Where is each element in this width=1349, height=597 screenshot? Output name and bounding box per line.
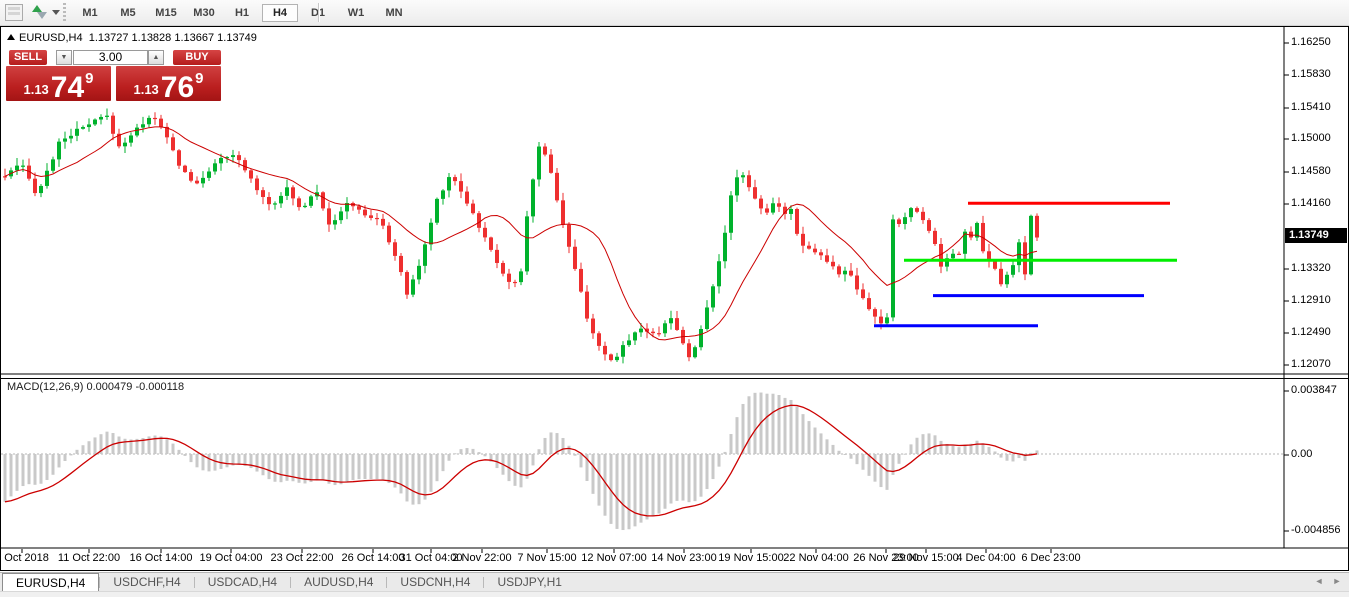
y-axis-label: 1.12910 <box>1291 294 1331 306</box>
sell-price-main: 74 <box>51 74 84 101</box>
chart-ohlc-header: EURUSD,H4 1.13727 1.13828 1.13667 1.1374… <box>7 32 257 44</box>
sell-price-prefix: 1.13 <box>23 82 48 97</box>
timeframe-m15[interactable]: M15 <box>148 4 184 22</box>
chart-symbol-label: EURUSD,H4 <box>19 32 83 44</box>
volume-down-button[interactable]: ▼ <box>56 50 72 65</box>
x-axis-label: 23 Oct 22:00 <box>271 552 334 564</box>
macd-axis-label: 0.00 <box>1291 448 1312 460</box>
x-axis-label: 19 Oct 04:00 <box>200 552 263 564</box>
x-axis-label: 6 Dec 23:00 <box>1021 552 1080 564</box>
timeframe-w1[interactable]: W1 <box>338 4 374 22</box>
timeframe-m1[interactable]: M1 <box>72 4 108 22</box>
timeframe-m30[interactable]: M30 <box>186 4 222 22</box>
price-and-macd-canvas[interactable] <box>1 27 1348 570</box>
buy-price-prefix: 1.13 <box>133 82 158 97</box>
chart-frame-icon[interactable] <box>5 4 23 21</box>
x-axis-label: 22 Nov 04:00 <box>783 552 848 564</box>
sell-price-pip: 9 <box>85 70 93 87</box>
x-axis-label: 19 Nov 15:00 <box>718 552 783 564</box>
x-axis-label: 11 Oct 22:00 <box>58 552 120 564</box>
macd-axis-label: 0.003847 <box>1291 384 1337 396</box>
macd-signal-value: -0.000118 <box>135 381 184 393</box>
timeframe-m5[interactable]: M5 <box>110 4 146 22</box>
y-axis-label: 1.14580 <box>1291 165 1331 177</box>
y-axis-label: 1.13320 <box>1291 262 1331 274</box>
x-axis-label: 12 Nov 07:00 <box>581 552 646 564</box>
y-axis-label: 1.12070 <box>1291 358 1331 370</box>
x-axis-label: 29 Nov 15:00 <box>893 552 958 564</box>
x-axis-label: 14 Nov 23:00 <box>651 552 716 564</box>
toolbar-grip[interactable] <box>63 3 66 22</box>
current-price-badge: 1.13749 <box>1285 228 1347 243</box>
macd-axis-label: -0.004856 <box>1291 524 1341 536</box>
y-axis-label: 1.15830 <box>1291 68 1331 80</box>
tab-usdcad-h4[interactable]: USDCAD,H4 <box>195 573 290 592</box>
tab-scroll-left-icon[interactable]: ◄ <box>1312 575 1326 588</box>
y-axis-label: 1.15000 <box>1291 132 1331 144</box>
buy-price-display[interactable]: 1.13 76 9 <box>116 66 221 101</box>
tab-usdchf-h4[interactable]: USDCHF,H4 <box>100 573 193 592</box>
top-toolbar: M1M5M15M30H1H4D1W1MN <box>0 0 1349 26</box>
x-axis-label: 26 Oct 14:00 <box>342 552 405 564</box>
timeframe-mn[interactable]: MN <box>376 4 412 22</box>
green-arrow-icon <box>32 5 42 12</box>
y-axis-label: 1.12490 <box>1291 326 1331 338</box>
tab-usdjpy-h1[interactable]: USDJPY,H1 <box>484 573 574 592</box>
gray-arrow-icon <box>37 12 47 19</box>
buy-price-main: 76 <box>161 74 194 101</box>
x-axis-label: 16 Oct 14:00 <box>130 552 193 564</box>
mt4-terminal: M1M5M15M30H1H4D1W1MN EURUSD,H4 1.13727 1… <box>0 0 1349 597</box>
one-click-trade-panel: SELL ▼ 3.00 ▲ BUY 1.13 74 9 1.13 76 9 <box>6 48 221 101</box>
y-axis-label: 1.15410 <box>1291 101 1331 113</box>
chart-ohlc-values: 1.13727 1.13828 1.13667 1.13749 <box>89 32 257 44</box>
chart-window: EURUSD,H4 1.13727 1.13828 1.13667 1.1374… <box>0 26 1349 571</box>
sell-price-display[interactable]: 1.13 74 9 <box>6 66 111 101</box>
tab-usdcnh-h4[interactable]: USDCNH,H4 <box>387 573 483 592</box>
tab-audusd-h4[interactable]: AUDUSD,H4 <box>291 573 386 592</box>
auto-trading-icon[interactable] <box>30 4 48 20</box>
chart-tab-bar: EURUSD,H4USDCHF,H4USDCAD,H4AUDUSD,H4USDC… <box>0 572 1349 592</box>
sell-button[interactable]: SELL <box>9 50 47 65</box>
macd-value: 0.000479 <box>86 381 132 393</box>
timeframe-h1[interactable]: H1 <box>224 4 260 22</box>
x-axis-label: 4 Dec 04:00 <box>956 552 1015 564</box>
collapse-triangle-icon[interactable] <box>7 34 15 40</box>
y-axis-label: 1.14160 <box>1291 197 1331 209</box>
x-axis-label: 9 Oct 2018 <box>0 552 49 564</box>
timeframe-toolbar: M1M5M15M30H1H4D1W1MN <box>72 2 412 23</box>
toolbar-separator <box>318 3 319 22</box>
x-axis-label: 7 Nov 15:00 <box>517 552 576 564</box>
tab-scroll-right-icon[interactable]: ► <box>1330 575 1344 588</box>
macd-name: MACD(12,26,9) <box>7 381 83 393</box>
y-axis-label: 1.16250 <box>1291 36 1331 48</box>
buy-button[interactable]: BUY <box>173 50 221 65</box>
buy-price-pip: 9 <box>195 70 203 87</box>
macd-indicator-label: MACD(12,26,9) 0.000479 -0.000118 <box>7 381 184 393</box>
volume-up-button[interactable]: ▲ <box>148 50 164 65</box>
tab-eurusd-h4[interactable]: EURUSD,H4 <box>2 573 99 592</box>
dropdown-caret-icon[interactable] <box>52 10 60 15</box>
timeframe-h4[interactable]: H4 <box>262 4 298 22</box>
x-axis-label: 2 Nov 22:00 <box>452 552 511 564</box>
status-strip <box>0 591 1349 597</box>
volume-input[interactable]: 3.00 <box>73 50 148 65</box>
